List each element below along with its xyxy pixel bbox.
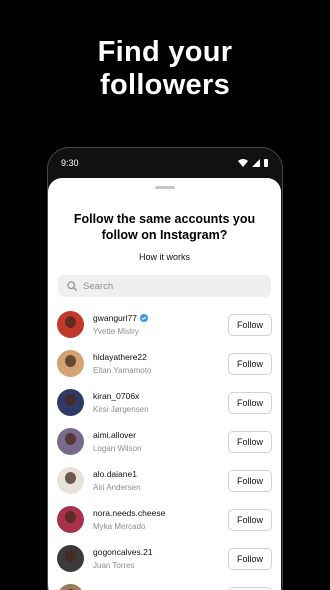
signal-icon: [252, 159, 260, 167]
full-name: Eitan Yamamoto: [93, 366, 152, 375]
account-row-2[interactable]: hidayathere22 Eitan Yamamoto Follow: [48, 344, 281, 383]
account-info: aimi.allover Logan Wilson: [93, 430, 228, 453]
follow-button[interactable]: Follow: [228, 430, 272, 453]
username-wrap: alo.daiane1: [93, 469, 228, 479]
username-wrap: kiran_0706x: [93, 391, 228, 401]
follow-button[interactable]: Follow: [228, 352, 272, 375]
username-wrap: hidayathere22: [93, 352, 228, 362]
follow-button[interactable]: Follow: [228, 508, 272, 531]
avatar[interactable]: [57, 428, 84, 455]
account-list: gwangurl77 Yvette Mistry Follow hidayath…: [48, 305, 281, 590]
search-icon: [67, 281, 77, 291]
account-info: gogoncalves.21 Juan Torres: [93, 547, 228, 570]
follow-button[interactable]: Follow: [228, 469, 272, 492]
username[interactable]: gogoncalves.21: [93, 547, 153, 557]
account-row-5[interactable]: alo.daiane1 Airi Andersen Follow: [48, 461, 281, 500]
full-name: Kirsi Jørgensen: [93, 405, 149, 414]
full-name: Juan Torres: [93, 561, 135, 570]
how-it-works-link[interactable]: How it works: [48, 252, 281, 262]
account-info: alo.daiane1 Airi Andersen: [93, 469, 228, 492]
wifi-icon: [238, 159, 248, 167]
username[interactable]: gwangurl77: [93, 313, 137, 323]
full-name: Yvette Mistry: [93, 327, 139, 336]
avatar[interactable]: [57, 350, 84, 377]
avatar[interactable]: [57, 506, 84, 533]
headline-line-1: Find your: [97, 36, 233, 68]
follow-button[interactable]: Follow: [228, 391, 272, 414]
account-row-4[interactable]: aimi.allover Logan Wilson Follow: [48, 422, 281, 461]
status-icons: [238, 159, 268, 167]
account-info: kiran_0706x Kirsi Jørgensen: [93, 391, 228, 414]
full-name: Myka Mercado: [93, 522, 146, 531]
avatar[interactable]: [57, 545, 84, 572]
account-row-1[interactable]: gwangurl77 Yvette Mistry Follow: [48, 305, 281, 344]
search-bar[interactable]: [58, 275, 271, 297]
status-time: 9:30: [61, 158, 79, 168]
battery-icon: [264, 159, 268, 167]
phone-frame: 9:30 Follow the same accounts you follow…: [47, 147, 283, 590]
avatar[interactable]: [57, 584, 84, 590]
avatar[interactable]: [57, 389, 84, 416]
username-wrap: gogoncalves.21: [93, 547, 228, 557]
avatar[interactable]: [57, 311, 84, 338]
avatar[interactable]: [57, 467, 84, 494]
sheet-title: Follow the same accounts you follow on I…: [73, 212, 256, 242]
follow-sheet: Follow the same accounts you follow on I…: [48, 178, 281, 590]
follow-button[interactable]: Follow: [228, 313, 272, 336]
username-wrap: nora.needs.cheese: [93, 508, 228, 518]
headline-line-2: followers: [100, 69, 230, 101]
username[interactable]: hidayathere22: [93, 352, 147, 362]
account-info: gwangurl77 Yvette Mistry: [93, 313, 228, 336]
follow-button[interactable]: Follow: [228, 547, 272, 570]
full-name: Airi Andersen: [93, 483, 141, 492]
account-info: nora.needs.cheese Myka Mercado: [93, 508, 228, 531]
username[interactable]: alo.daiane1: [93, 469, 137, 479]
username-wrap: aimi.allover: [93, 430, 228, 440]
status-bar: 9:30: [48, 148, 282, 178]
headline: Find your followers: [0, 36, 330, 102]
account-row-8[interactable]: endoatthebeach Follow: [48, 578, 281, 590]
verified-badge-icon: [139, 314, 148, 322]
username[interactable]: aimi.allover: [93, 430, 136, 440]
full-name: Logan Wilson: [93, 444, 142, 453]
account-info: hidayathere22 Eitan Yamamoto: [93, 352, 228, 375]
username[interactable]: nora.needs.cheese: [93, 508, 165, 518]
username-wrap: gwangurl77: [93, 313, 228, 323]
username[interactable]: kiran_0706x: [93, 391, 139, 401]
account-row-6[interactable]: nora.needs.cheese Myka Mercado Follow: [48, 500, 281, 539]
sheet-grabber[interactable]: [154, 186, 175, 189]
follow-button[interactable]: Follow: [228, 586, 272, 590]
account-row-7[interactable]: gogoncalves.21 Juan Torres Follow: [48, 539, 281, 578]
search-input[interactable]: [83, 280, 233, 292]
account-row-3[interactable]: kiran_0706x Kirsi Jørgensen Follow: [48, 383, 281, 422]
